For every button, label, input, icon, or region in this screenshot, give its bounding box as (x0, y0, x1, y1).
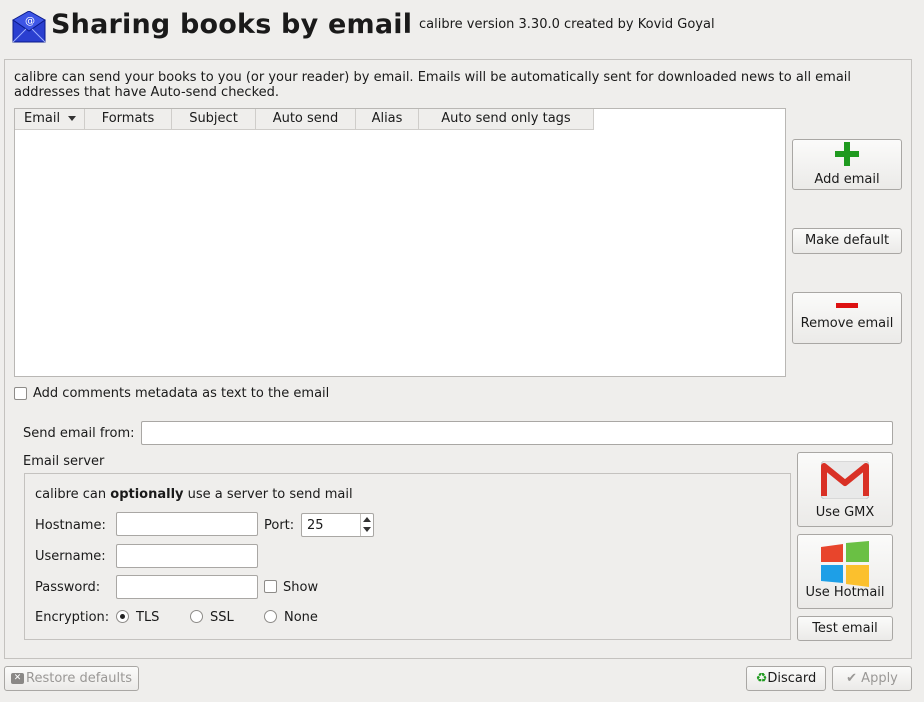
remove-email-button[interactable]: Remove email (792, 292, 902, 344)
encryption-ssl-label: SSL (210, 610, 234, 625)
comments-checkbox-label: Add comments metadata as text to the ema… (33, 386, 330, 401)
version-text: calibre version 3.30.0 created by Kovid … (419, 17, 715, 32)
show-password-checkbox[interactable] (264, 580, 277, 593)
recycle-icon: ♻ (755, 671, 768, 686)
password-label: Password: (35, 580, 101, 595)
hostname-label: Hostname: (35, 518, 106, 533)
sort-down-icon (68, 116, 77, 121)
encryption-tls-label: TLS (136, 610, 160, 625)
minus-icon (836, 303, 858, 308)
show-password-label: Show (283, 580, 319, 595)
use-hotmail-label: Use Hotmail (805, 585, 885, 600)
server-intro-text: calibre can optionally use a server to s… (35, 487, 353, 502)
encryption-none-radio[interactable] (264, 610, 277, 623)
column-email[interactable]: Email (15, 109, 85, 130)
port-spinbox[interactable]: 25 (301, 513, 374, 537)
password-input[interactable] (116, 575, 258, 599)
windows-logo-icon (821, 541, 869, 587)
username-label: Username: (35, 549, 106, 564)
send-from-input[interactable] (141, 421, 893, 445)
hostname-input[interactable] (116, 512, 258, 536)
column-auto-send-tags[interactable]: Auto send only tags (419, 109, 594, 130)
add-email-button[interactable]: Add email (792, 139, 902, 190)
encryption-none-label: None (284, 610, 318, 625)
description-text: calibre can send your books to you (or y… (14, 70, 852, 100)
username-input[interactable] (116, 544, 258, 568)
comments-checkbox[interactable] (14, 387, 27, 400)
column-alias[interactable]: Alias (356, 109, 419, 130)
send-from-label: Send email from: (23, 426, 135, 441)
email-table[interactable]: Email Formats Subject Auto send Alias Au… (14, 108, 786, 377)
chevron-down-icon[interactable] (363, 527, 371, 532)
encryption-label: Encryption: (35, 610, 110, 625)
remove-email-label: Remove email (800, 316, 894, 331)
email-envelope-icon: @ (12, 10, 46, 43)
page-title: Sharing books by email (51, 9, 413, 40)
chevron-up-icon[interactable] (363, 517, 371, 522)
svg-text:@: @ (25, 16, 35, 27)
port-value: 25 (307, 518, 324, 533)
port-stepper[interactable] (360, 514, 373, 536)
column-auto-send[interactable]: Auto send (256, 109, 356, 130)
encryption-ssl-radio[interactable] (190, 610, 203, 623)
checkmark-icon: ✔ (846, 671, 858, 686)
add-email-label: Add email (814, 172, 880, 187)
column-subject[interactable]: Subject (172, 109, 256, 130)
restore-defaults-button[interactable]: ✕ Restore defaults (4, 666, 139, 691)
email-server-title: Email server (23, 454, 105, 469)
port-label: Port: (264, 518, 295, 533)
encryption-tls-radio[interactable] (116, 610, 129, 623)
use-gmx-button[interactable]: Use GMX (797, 452, 893, 527)
gmail-logo-icon (820, 460, 870, 500)
clear-icon: ✕ (11, 673, 24, 684)
discard-button[interactable]: ♻Discard (746, 666, 826, 691)
table-header: Email Formats Subject Auto send Alias Au… (15, 109, 594, 130)
test-email-button[interactable]: Test email (797, 616, 893, 641)
use-hotmail-button[interactable]: Use Hotmail (797, 534, 893, 609)
use-gmx-label: Use GMX (815, 505, 875, 520)
plus-icon (835, 142, 859, 166)
make-default-button[interactable]: Make default (792, 228, 902, 254)
column-formats[interactable]: Formats (85, 109, 172, 130)
apply-button[interactable]: ✔ Apply (832, 666, 912, 691)
